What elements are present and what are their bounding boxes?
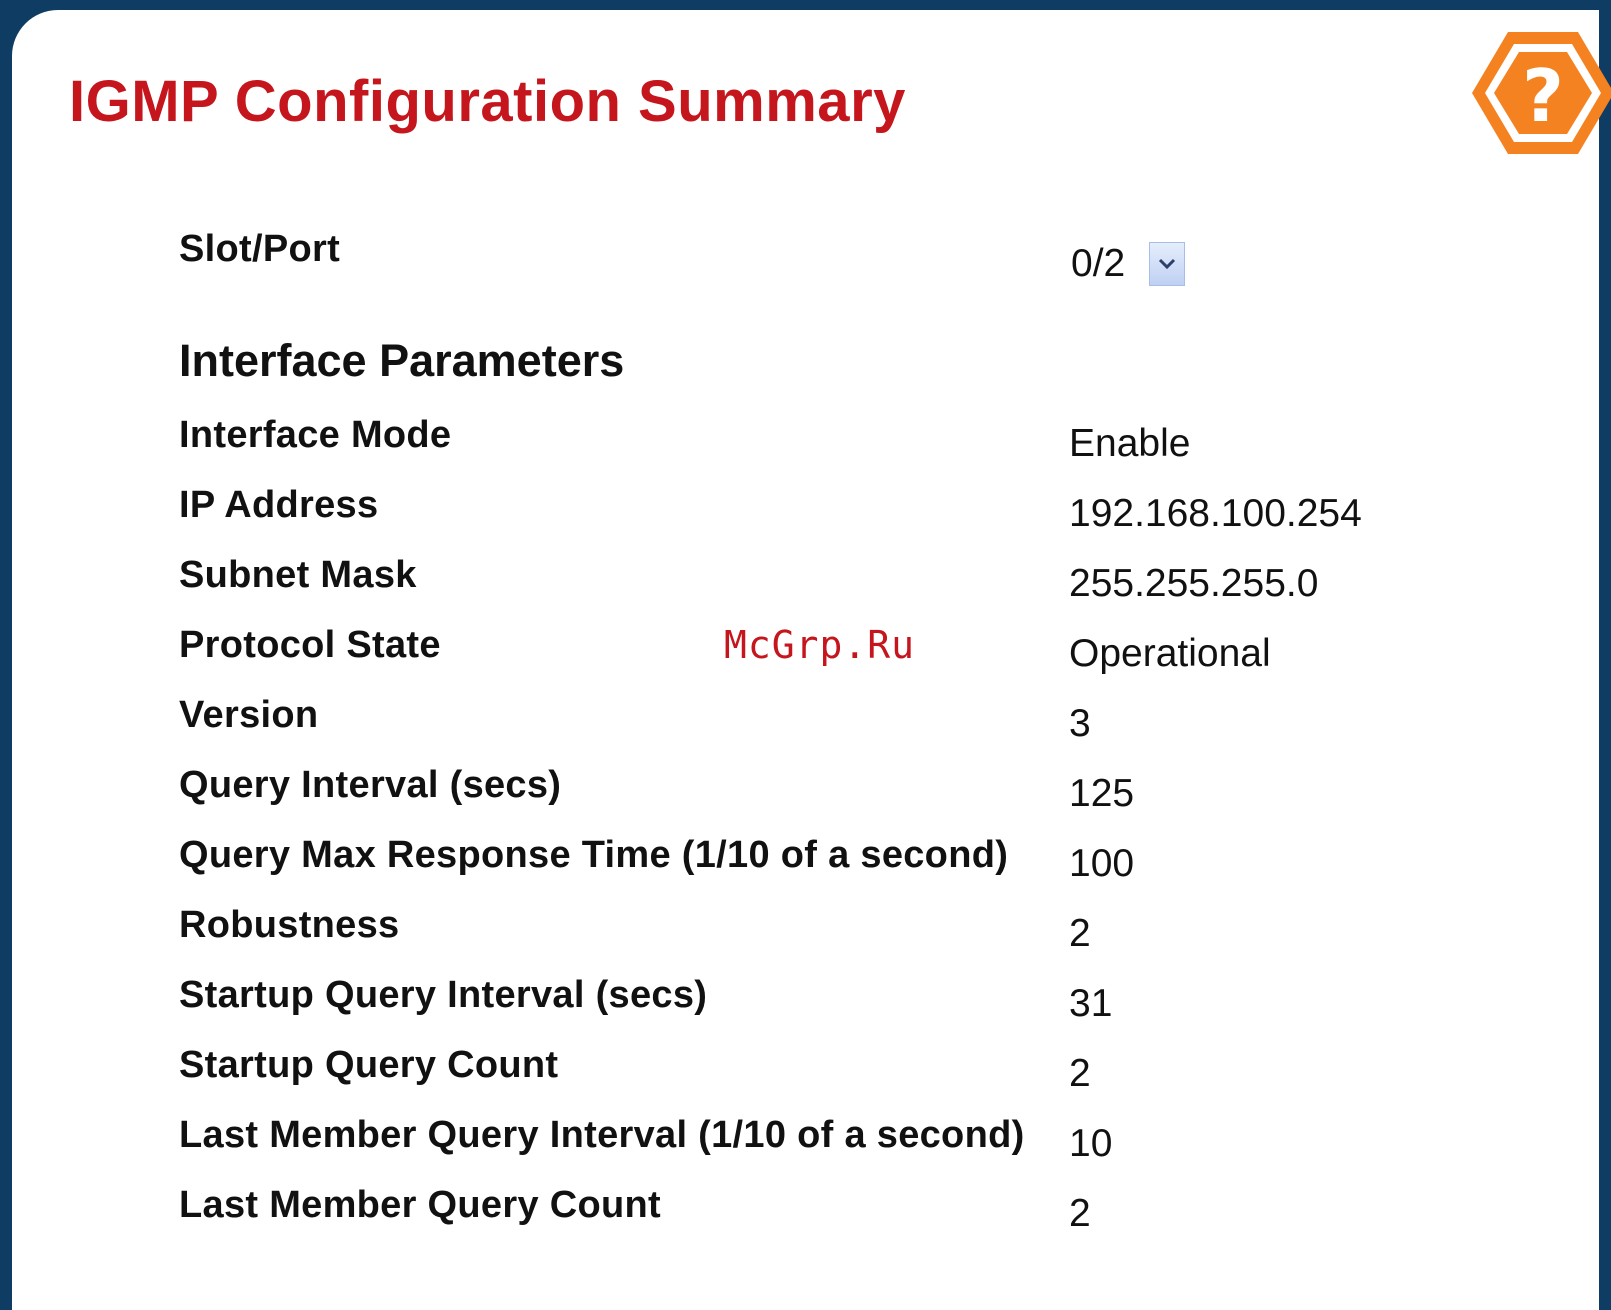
help-icon[interactable]: ? bbox=[1470, 28, 1611, 158]
param-label: Startup Query Count bbox=[179, 1044, 559, 1086]
slot-port-select[interactable]: 0/2 bbox=[1071, 237, 1186, 291]
param-label: IP Address bbox=[179, 484, 379, 526]
param-row: Subnet Mask 255.255.255.0 bbox=[12, 554, 1599, 614]
param-value: 3 bbox=[1069, 702, 1091, 745]
param-row: Robustness 2 bbox=[12, 904, 1599, 964]
param-value: 2 bbox=[1069, 912, 1091, 955]
param-value: 192.168.100.254 bbox=[1069, 492, 1362, 535]
param-row: Query Max Response Time (1/10 of a secon… bbox=[12, 834, 1599, 894]
param-label: Query Max Response Time (1/10 of a secon… bbox=[179, 834, 1009, 876]
param-row: Startup Query Interval (secs) 31 bbox=[12, 974, 1599, 1034]
svg-text:?: ? bbox=[1522, 54, 1564, 138]
param-value: 100 bbox=[1069, 842, 1135, 885]
watermark: McGrp.Ru bbox=[724, 623, 916, 667]
slot-port-value: 0/2 bbox=[1071, 242, 1126, 285]
param-value: 125 bbox=[1069, 772, 1135, 815]
param-label: Protocol State bbox=[179, 624, 441, 666]
param-label: Last Member Query Count bbox=[179, 1184, 661, 1226]
param-label: Interface Mode bbox=[179, 414, 452, 456]
param-row: Query Interval (secs) 125 bbox=[12, 764, 1599, 824]
param-row: Startup Query Count 2 bbox=[12, 1044, 1599, 1104]
param-row: Interface Mode Enable bbox=[12, 414, 1599, 474]
slot-port-label: Slot/Port bbox=[179, 228, 341, 270]
page-title: IGMP Configuration Summary bbox=[69, 69, 906, 134]
param-row: Last Member Query Interval (1/10 of a se… bbox=[12, 1114, 1599, 1174]
param-row: IP Address 192.168.100.254 bbox=[12, 484, 1599, 544]
param-value: 31 bbox=[1069, 982, 1113, 1025]
param-value: Enable bbox=[1069, 422, 1191, 465]
param-label: Robustness bbox=[179, 904, 400, 946]
param-label: Query Interval (secs) bbox=[179, 764, 562, 806]
param-label: Last Member Query Interval (1/10 of a se… bbox=[179, 1114, 1025, 1156]
param-row: Version 3 bbox=[12, 694, 1599, 754]
param-value: 255.255.255.0 bbox=[1069, 562, 1319, 605]
section-title: Interface Parameters bbox=[179, 335, 625, 386]
param-label: Version bbox=[179, 694, 319, 736]
slot-port-row: Slot/Port bbox=[12, 228, 1599, 288]
param-value: 10 bbox=[1069, 1122, 1113, 1165]
param-label: Startup Query Interval (secs) bbox=[179, 974, 708, 1016]
param-row: Last Member Query Count 2 bbox=[12, 1184, 1599, 1244]
content-panel: IGMP Configuration Summary ? Slot/Port 0… bbox=[12, 10, 1611, 1310]
param-value: 2 bbox=[1069, 1052, 1091, 1095]
param-value: Operational bbox=[1069, 632, 1271, 675]
chevron-down-icon[interactable] bbox=[1149, 242, 1186, 286]
param-label: Subnet Mask bbox=[179, 554, 417, 596]
param-value: 2 bbox=[1069, 1192, 1091, 1235]
